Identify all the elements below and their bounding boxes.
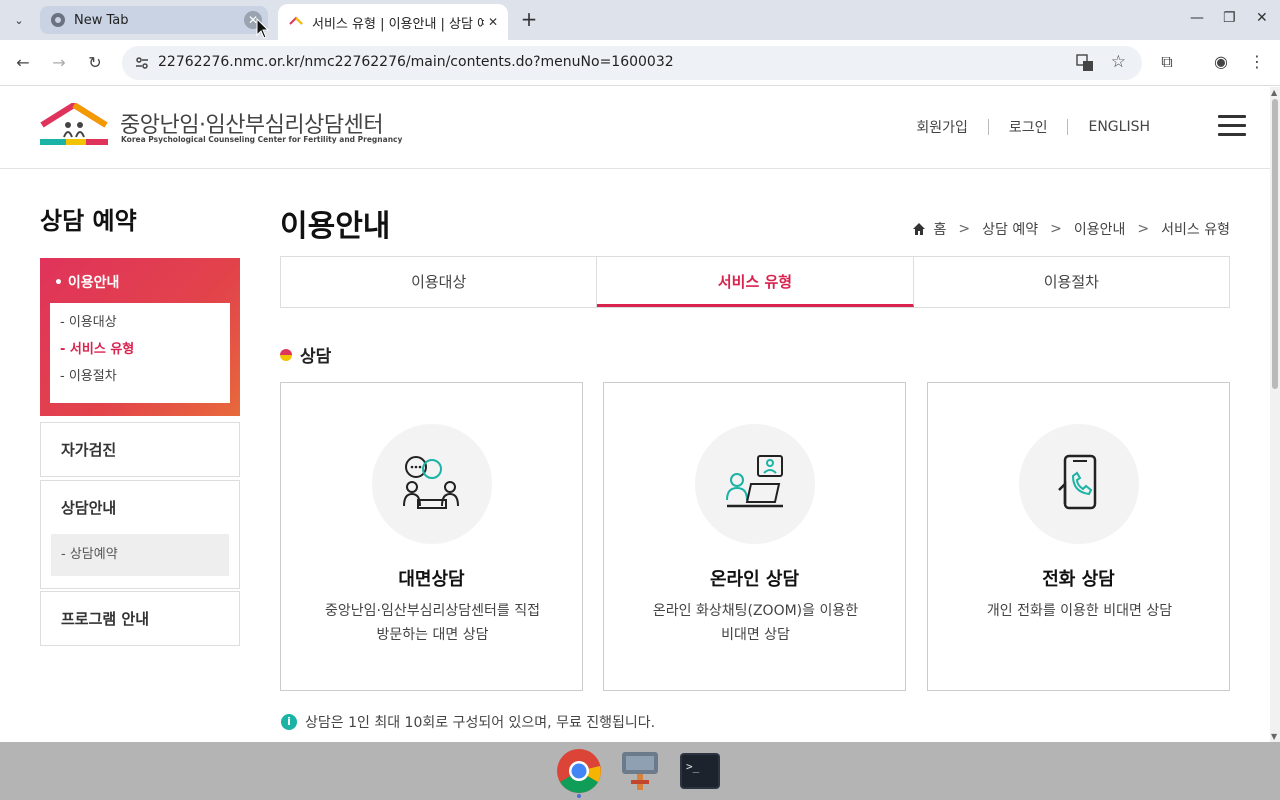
breadcrumb-current: 서비스 유형 bbox=[1161, 222, 1230, 238]
site-info-icon[interactable] bbox=[134, 55, 150, 71]
card-face-to-face: 대면상담 중앙난임·임산부심리상담센터를 직접 방문하는 대면 상담 bbox=[280, 382, 583, 691]
sidebar-group-label: 자가검진 bbox=[61, 441, 117, 459]
service-cards: 대면상담 중앙난임·임산부심리상담센터를 직접 방문하는 대면 상담 온라인 상… bbox=[280, 382, 1230, 691]
menu-kebab-icon[interactable]: ⋮ bbox=[1246, 51, 1268, 73]
mouse-cursor-icon bbox=[256, 18, 270, 39]
sidebar-item-reservation[interactable]: - 상담예약 bbox=[51, 534, 229, 576]
bullet-icon bbox=[280, 348, 292, 361]
sidebar-item-target[interactable]: - 이용대상 bbox=[50, 313, 230, 340]
tab-target[interactable]: 이용대상 bbox=[281, 257, 598, 307]
card-description: 온라인 화상채팅(ZOOM)을 이용한 비대면 상담 bbox=[652, 603, 859, 643]
english-link[interactable]: ENGLISH bbox=[1068, 119, 1170, 135]
sidebar-item-procedure[interactable]: - 이용절차 bbox=[50, 367, 230, 394]
page-title: 이용안내 bbox=[280, 209, 391, 244]
login-link[interactable]: 로그인 bbox=[989, 117, 1068, 137]
back-icon[interactable]: ← bbox=[12, 52, 34, 74]
breadcrumb-home[interactable]: 홈 bbox=[934, 219, 947, 239]
web-page: 중앙난임·임산부심리상담센터 Korea Psychological Couns… bbox=[0, 87, 1270, 742]
sidebar-submenu: - 이용대상 - 서비스 유형 - 이용절차 bbox=[50, 303, 230, 403]
scrollbar-thumb[interactable] bbox=[1272, 99, 1278, 389]
bookmark-star-icon[interactable]: ☆ bbox=[1111, 52, 1126, 72]
card-title: 온라인 상담 bbox=[709, 569, 800, 590]
site-header: 중앙난임·임산부심리상담센터 Korea Psychological Couns… bbox=[0, 87, 1270, 169]
breadcrumb-item[interactable]: 이용안내 bbox=[1074, 219, 1126, 239]
card-icon-circle bbox=[694, 424, 815, 544]
card-icon-circle bbox=[371, 424, 492, 544]
content-tabs: 이용대상 서비스 유형 이용절차 bbox=[280, 256, 1230, 308]
chevron-right-icon: > bbox=[1050, 221, 1062, 237]
home-icon[interactable] bbox=[912, 222, 926, 236]
section-title: 상담 bbox=[300, 347, 332, 367]
running-indicator bbox=[577, 794, 581, 798]
translate-icon[interactable] bbox=[1076, 54, 1094, 72]
card-title: 대면상담 bbox=[398, 569, 465, 590]
online-counseling-icon bbox=[725, 455, 783, 508]
chrome-app-icon[interactable] bbox=[556, 748, 602, 794]
url-text: 22762276.nmc.or.kr/nmc22762276/main/cont… bbox=[158, 54, 674, 70]
sidebar-group-program[interactable]: 프로그램 안내 bbox=[40, 591, 240, 646]
tab-title: New Tab bbox=[74, 12, 129, 28]
scroll-down-icon[interactable]: ▼ bbox=[1271, 732, 1277, 741]
card-description: 개인 전화를 이용한 비대면 상담 bbox=[986, 603, 1173, 619]
reload-icon[interactable]: ↻ bbox=[84, 52, 106, 74]
close-window-icon[interactable]: ✕ bbox=[1256, 10, 1268, 26]
tab-service-type[interactable]: 서비스 유형 bbox=[597, 257, 914, 307]
tab-title: 서비스 유형 | 이용안내 | 상담 예약 bbox=[312, 16, 484, 32]
card-icon-circle bbox=[1018, 424, 1139, 544]
tab-service-type[interactable]: 서비스 유형 | 이용안내 | 상담 예약 ✕ bbox=[278, 4, 508, 40]
new-tab-button[interactable]: + bbox=[518, 9, 540, 31]
info-note: i 상담은 1인 최대 10회로 구성되어 있으며, 무료 진행됩니다. bbox=[281, 712, 655, 732]
section-heading: 상담 bbox=[280, 342, 331, 367]
sidebar-group-label[interactable]: • 이용안내 bbox=[54, 272, 119, 292]
sidebar-item-service-type[interactable]: - 서비스 유형 bbox=[50, 340, 230, 367]
terminal-app-icon[interactable]: >_ bbox=[677, 748, 723, 794]
close-tab-icon[interactable]: ✕ bbox=[484, 13, 502, 31]
profile-icon[interactable]: ◉ bbox=[1210, 51, 1232, 73]
logo-subtitle: Korea Psychological Counseling Center fo… bbox=[121, 135, 403, 144]
face-to-face-icon bbox=[402, 456, 459, 509]
info-icon: i bbox=[281, 714, 297, 730]
page-scrollbar[interactable]: ▲ ▼ bbox=[1270, 87, 1280, 742]
info-note-text: 상담은 1인 최대 10회로 구성되어 있으며, 무료 진행됩니다. bbox=[305, 715, 656, 731]
top-links: 회원가입 로그인 ENGLISH bbox=[896, 117, 1170, 137]
address-bar[interactable]: 22762276.nmc.or.kr/nmc22762276/main/cont… bbox=[122, 46, 1142, 80]
forward-icon[interactable]: → bbox=[48, 52, 70, 74]
card-description: 중앙난임·임산부심리상담센터를 직접 방문하는 대면 상담 bbox=[325, 603, 540, 643]
browser-toolbar: ← → ↻ 22762276.nmc.or.kr/nmc22762276/mai… bbox=[0, 40, 1280, 86]
tab-procedure[interactable]: 이용절차 bbox=[914, 257, 1229, 307]
hamburger-menu-icon[interactable] bbox=[1218, 115, 1246, 137]
card-online: 온라인 상담 온라인 화상채팅(ZOOM)을 이용한 비대면 상담 bbox=[603, 382, 906, 691]
minimize-icon[interactable]: — bbox=[1190, 10, 1204, 26]
chrome-icon bbox=[51, 13, 65, 27]
card-title: 전화 상담 bbox=[1042, 569, 1115, 590]
sidebar-group-label[interactable]: 상담안내 bbox=[41, 481, 239, 534]
card-phone: 전화 상담 개인 전화를 이용한 비대면 상담 bbox=[927, 382, 1230, 691]
breadcrumb-item[interactable]: 상담 예약 bbox=[982, 219, 1038, 239]
extensions-icon[interactable]: ⧉ bbox=[1156, 51, 1178, 73]
tab-search-icon[interactable]: ⌄ bbox=[8, 9, 30, 31]
chevron-right-icon: > bbox=[1137, 221, 1150, 237]
signup-link[interactable]: 회원가입 bbox=[896, 117, 988, 137]
sidebar-group-self-test[interactable]: 자가검진 bbox=[40, 422, 240, 477]
svg-text:>_: >_ bbox=[686, 760, 700, 773]
center-logo-icon[interactable] bbox=[40, 103, 110, 145]
tab-new-tab[interactable]: New Tab ✕ bbox=[40, 6, 268, 34]
sidebar-title: 상담 예약 bbox=[40, 207, 137, 235]
sidebar-group-usage-guide: • 이용안내 - 이용대상 - 서비스 유형 - 이용절차 bbox=[40, 258, 240, 416]
site-favicon-icon bbox=[289, 16, 303, 25]
os-taskbar: >_ bbox=[0, 742, 1280, 800]
scroll-up-icon[interactable]: ▲ bbox=[1271, 88, 1277, 97]
sidebar-group-counseling-guide: 상담안내 - 상담예약 bbox=[40, 480, 240, 589]
phone-counseling-icon bbox=[1057, 454, 1096, 510]
maximize-icon[interactable]: ❐ bbox=[1223, 10, 1236, 26]
chevron-right-icon: > bbox=[958, 221, 971, 237]
sidebar-group-label: 프로그램 안내 bbox=[61, 610, 150, 628]
file-manager-app-icon[interactable] bbox=[617, 748, 663, 794]
breadcrumb: 홈 > 상담 예약 > 이용안내 > 서비스 유형 bbox=[912, 219, 1230, 239]
browser-tab-bar: ⌄ New Tab ✕ 서비스 유형 | 이용안내 | 상담 예약 ✕ + — … bbox=[0, 0, 1280, 40]
